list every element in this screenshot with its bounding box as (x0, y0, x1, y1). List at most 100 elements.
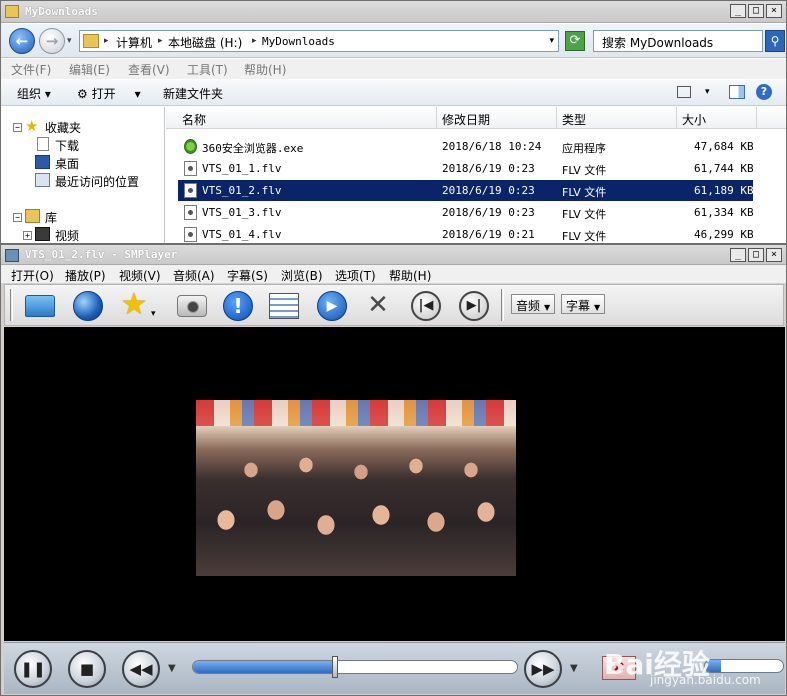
new-folder-button[interactable]: 新建文件夹 (163, 85, 223, 102)
toolbar-grip[interactable] (501, 289, 504, 321)
toolbar-grip[interactable] (10, 289, 13, 321)
menu-subtitles[interactable]: 字幕(S) (227, 267, 268, 284)
back-button[interactable]: ← (9, 28, 35, 54)
playlist-icon[interactable] (269, 293, 299, 319)
view-dropdown-icon[interactable]: ▾ (705, 87, 710, 97)
tree-library[interactable]: 库 (45, 209, 57, 226)
minimize-button[interactable]: _ (730, 248, 746, 262)
explorer-toolbar: 组织 ▾ ⚙ 打开 ▾ 新建文件夹 ▾ ? (1, 80, 786, 106)
menu-tools[interactable]: 工具(T) (187, 61, 228, 78)
rewind-button[interactable]: ◀◀ (122, 650, 160, 688)
file-size: 47,684 KB (694, 140, 754, 153)
seek-slider[interactable] (192, 660, 518, 674)
expand-icon[interactable]: + (23, 231, 32, 240)
audio-track-dropdown[interactable]: 音频 ▼ (511, 294, 556, 314)
menu-play[interactable]: 播放(P) (65, 267, 106, 284)
player-titlebar[interactable]: VTS_01_2.flv - SMPlayer _ □ × (1, 245, 786, 265)
close-button[interactable]: × (766, 4, 782, 18)
chevron-right-icon[interactable]: ▸ (104, 36, 109, 46)
breadcrumb-folder[interactable]: MyDownloads (262, 35, 335, 48)
collapse-icon[interactable]: − (13, 123, 22, 132)
menu-options[interactable]: 选项(T) (335, 267, 376, 284)
forward-button[interactable]: ▶▶ (524, 650, 562, 688)
tree-downloads[interactable]: 下载 (55, 137, 79, 154)
file-row[interactable]: VTS_01_3.flv 2018/6/19 0:23 FLV 文件 61,33… (178, 202, 754, 223)
maximize-button[interactable]: □ (748, 4, 764, 18)
explorer-titlebar[interactable]: MyDownloads _ □ × (1, 1, 786, 23)
chevron-right-icon[interactable]: ▸ (252, 36, 257, 46)
stop-button[interactable]: ■ (68, 650, 106, 688)
tools-preferences-icon[interactable]: ✕ (363, 291, 393, 321)
address-dropdown[interactable]: ▾ (549, 36, 554, 46)
file-size: 61,744 KB (694, 162, 754, 175)
folder-icon (5, 5, 19, 18)
menu-open[interactable]: 打开(O) (11, 267, 54, 284)
file-row-selected[interactable]: VTS_01_2.flv 2018/6/19 0:23 FLV 文件 61,18… (178, 180, 754, 201)
favorites-star-icon[interactable]: ★ (119, 290, 149, 321)
address-row: ← → ▾ ▸ 计算机 ▸ 本地磁盘 (H:) ▸ MyDownloads ▾ … (1, 24, 786, 58)
rewind-dropdown-icon[interactable]: ▼ (168, 663, 176, 674)
chevron-right-icon[interactable]: ▸ (158, 36, 163, 46)
search-input[interactable]: 搜索 MyDownloads (593, 30, 763, 52)
file-type: FLV 文件 (562, 230, 607, 243)
tree-video[interactable]: 视频 (55, 227, 79, 244)
flv-file-icon (184, 161, 197, 176)
open-folder-icon[interactable] (25, 295, 55, 317)
column-type[interactable]: 类型 (562, 111, 586, 128)
close-button[interactable]: × (766, 248, 782, 262)
search-icon[interactable]: ⚲ (765, 30, 785, 52)
seek-handle[interactable] (332, 656, 339, 678)
tree-recent[interactable]: 最近访问的位置 (55, 173, 139, 190)
open-url-icon[interactable] (73, 291, 103, 321)
menu-file[interactable]: 文件(F) (11, 61, 51, 78)
menu-audio[interactable]: 音频(A) (173, 267, 215, 284)
menu-browse[interactable]: 浏览(B) (281, 267, 323, 284)
video-settings-icon[interactable]: ▶ (317, 291, 347, 321)
menu-view[interactable]: 查看(V) (128, 61, 170, 78)
collapse-icon[interactable]: − (13, 213, 22, 222)
file-row[interactable]: VTS_01_1.flv 2018/6/19 0:23 FLV 文件 61,74… (178, 158, 754, 179)
address-bar[interactable]: ▸ 计算机 ▸ 本地磁盘 (H:) ▸ MyDownloads ▾ (79, 30, 559, 52)
info-icon[interactable]: ! (223, 291, 253, 321)
refresh-button[interactable]: ⟳ (565, 31, 585, 51)
pause-button[interactable]: ❚❚ (14, 650, 52, 688)
recent-places-icon (35, 173, 50, 187)
menu-video[interactable]: 视频(V) (119, 267, 161, 284)
next-icon[interactable]: ▶| (459, 291, 489, 321)
menu-help[interactable]: 帮助(H) (389, 267, 431, 284)
breadcrumb-drive[interactable]: 本地磁盘 (H:) (168, 34, 242, 51)
library-icon (25, 209, 40, 223)
tree-favorites[interactable]: 收藏夹 (45, 119, 81, 136)
forward-dropdown-icon[interactable]: ▼ (570, 663, 578, 674)
organize-button[interactable]: 组织 ▾ (17, 85, 51, 102)
smplayer-window: VTS_01_2.flv - SMPlayer _ □ × 打开(O) 播放(P… (0, 244, 787, 696)
screenshot-camera-icon[interactable] (177, 295, 207, 317)
explorer-title: MyDownloads (25, 5, 98, 18)
forward-button[interactable]: → (39, 28, 65, 54)
minimize-button[interactable]: _ (730, 4, 746, 18)
file-name: VTS_01_4.flv (202, 228, 282, 241)
maximize-button[interactable]: □ (748, 248, 764, 262)
menu-edit[interactable]: 编辑(E) (69, 61, 110, 78)
explorer-menubar: 文件(F) 编辑(E) 查看(V) 工具(T) 帮助(H) (1, 59, 786, 79)
favorites-dropdown-icon[interactable]: ▾ (151, 309, 156, 319)
file-row[interactable]: VTS_01_4.flv 2018/6/19 0:21 FLV 文件 46,29… (178, 224, 754, 245)
column-name[interactable]: 名称 (182, 111, 206, 128)
menu-help[interactable]: 帮助(H) (244, 61, 286, 78)
subtitle-track-dropdown[interactable]: 字幕 ▼ (561, 294, 606, 314)
file-row[interactable]: 360安全浏览器.exe 2018/6/18 10:24 应用程序 47,684… (178, 136, 754, 157)
column-date[interactable]: 修改日期 (442, 111, 490, 128)
preview-pane-icon[interactable] (729, 85, 745, 99)
view-options-icon[interactable] (677, 86, 691, 98)
recent-pages-dropdown[interactable]: ▾ (67, 36, 72, 46)
breadcrumb-computer[interactable]: 计算机 (116, 34, 152, 51)
previous-icon[interactable]: |◀ (411, 291, 441, 321)
tree-desktop[interactable]: 桌面 (55, 155, 79, 172)
column-size[interactable]: 大小 (682, 111, 706, 128)
video-area[interactable] (4, 327, 785, 641)
help-icon[interactable]: ? (756, 84, 772, 100)
open-button[interactable]: ⚙ 打开 ▾ (77, 85, 141, 102)
flv-file-icon (184, 227, 197, 242)
player-title: VTS_01_2.flv - SMPlayer (25, 248, 178, 261)
file-type: FLV 文件 (562, 208, 607, 221)
